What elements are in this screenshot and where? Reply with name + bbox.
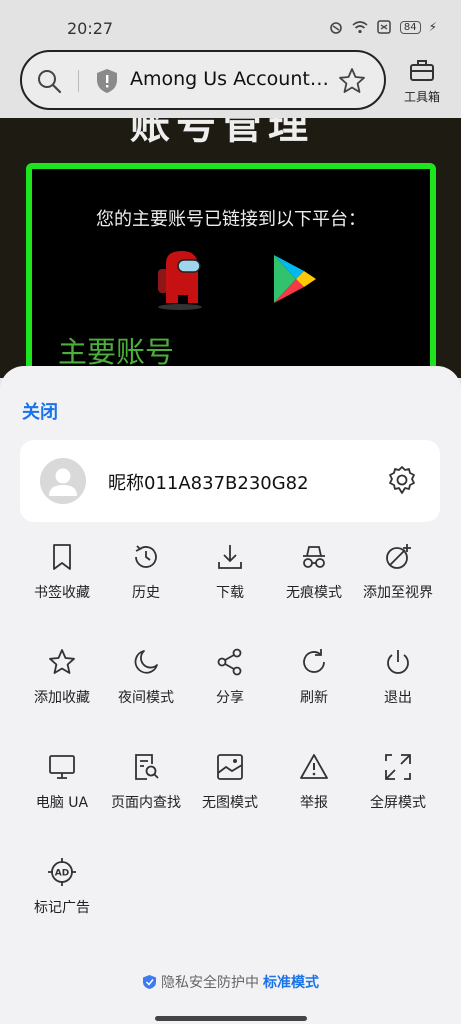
menu-item-refresh[interactable]: 刷新 <box>272 647 356 727</box>
ad-target-icon: AD <box>48 858 76 886</box>
menu-item-desktop-ua[interactable]: 电脑 UA <box>20 752 104 832</box>
privacy-status: 隐私安全防护中 标准模式 <box>0 972 461 992</box>
charging-icon: ⚡ <box>428 20 437 34</box>
google-play-icon <box>274 255 316 303</box>
menu-item-exit[interactable]: 退出 <box>356 647 440 727</box>
privacy-mode-link[interactable]: 标准模式 <box>263 975 319 991</box>
privacy-shield-icon <box>143 975 156 989</box>
find-in-page-icon <box>135 754 159 780</box>
status-time: 20:27 <box>67 19 114 38</box>
toolbox-label: 工具箱 <box>403 90 440 104</box>
menu-item-find-in-page[interactable]: 页面内查找 <box>104 752 188 832</box>
address-bar-area: Among Us Account… 工具箱 <box>0 44 461 118</box>
add-to-view-icon <box>386 544 411 569</box>
fullscreen-icon <box>385 754 411 780</box>
toolbox-icon <box>410 60 434 81</box>
menu-item-no-image[interactable]: 无图模式 <box>188 752 272 832</box>
menu-item-share[interactable]: 分享 <box>188 647 272 727</box>
menu-item-download[interactable]: 下载 <box>188 542 272 622</box>
status-bar: 20:27 84 ⚡ <box>0 0 461 44</box>
avatar[interactable] <box>40 458 86 504</box>
shield-icon[interactable] <box>95 68 119 94</box>
menu-item-incognito[interactable]: 无痕模式 <box>272 542 356 622</box>
page-title-text[interactable]: Among Us Account… <box>130 68 330 90</box>
sim-icon <box>377 20 391 34</box>
toolbox-button[interactable]: 工具箱 <box>400 58 444 105</box>
menu-item-fullscreen[interactable]: 全屏模式 <box>356 752 440 832</box>
star-icon <box>49 649 75 674</box>
signal-icon <box>330 22 342 34</box>
linked-platforms-text: 您的主要账号已链接到以下平台： <box>96 209 366 230</box>
menu-item-report[interactable]: 举报 <box>272 752 356 832</box>
menu-item-bookmarks[interactable]: 书签收藏 <box>20 542 104 622</box>
refresh-icon <box>303 649 325 673</box>
history-icon <box>135 545 157 568</box>
menu-item-add-favorite[interactable]: 添加收藏 <box>20 647 104 727</box>
among-us-character-icon <box>158 251 202 310</box>
privacy-text: 隐私安全防护中 <box>161 975 259 991</box>
menu-item-add-to-view[interactable]: 添加至视界 <box>356 542 440 622</box>
gear-icon[interactable] <box>386 464 418 496</box>
page-heading: 账号管理 <box>130 118 314 148</box>
svg-text:AD: AD <box>55 869 69 879</box>
avatar-placeholder-icon <box>49 468 77 496</box>
moon-icon <box>134 650 158 674</box>
incognito-icon <box>303 546 325 568</box>
download-icon <box>218 545 242 569</box>
web-page-content: 账号管理 您的主要账号已链接到以下平台： 主要账号 <box>0 118 461 378</box>
nickname[interactable]: 昵称011A837B230G82 <box>108 469 309 495</box>
main-account-label: 主要账号 <box>58 335 175 369</box>
url-divider <box>78 70 79 92</box>
search-icon[interactable] <box>36 68 62 94</box>
wifi-icon <box>352 21 368 34</box>
warning-icon <box>300 754 328 779</box>
menu-item-history[interactable]: 历史 <box>104 542 188 622</box>
power-icon <box>387 650 409 674</box>
battery-indicator: 84 <box>399 20 421 34</box>
url-bar[interactable]: Among Us Account… <box>20 50 386 110</box>
profile-card[interactable]: 昵称011A837B230G82 <box>20 440 440 522</box>
status-icons: 84 ⚡ <box>328 20 437 34</box>
monitor-icon <box>49 755 75 779</box>
linked-platforms-panel: 您的主要账号已链接到以下平台： 主要账号 <box>26 163 436 378</box>
bookmark-star-icon[interactable] <box>337 66 367 96</box>
menu-item-night-mode[interactable]: 夜间模式 <box>104 647 188 727</box>
browser-menu-sheet: 关闭 昵称011A837B230G82 书签收藏 历史 下载 无痕模式 添加至视… <box>0 366 461 1024</box>
menu-item-mark-ads[interactable]: AD 标记广告 <box>20 857 104 937</box>
no-image-icon <box>217 754 243 780</box>
home-indicator[interactable] <box>155 1016 307 1021</box>
close-button[interactable]: 关闭 <box>22 398 58 424</box>
share-icon <box>217 648 242 676</box>
bookmark-icon <box>53 544 71 570</box>
